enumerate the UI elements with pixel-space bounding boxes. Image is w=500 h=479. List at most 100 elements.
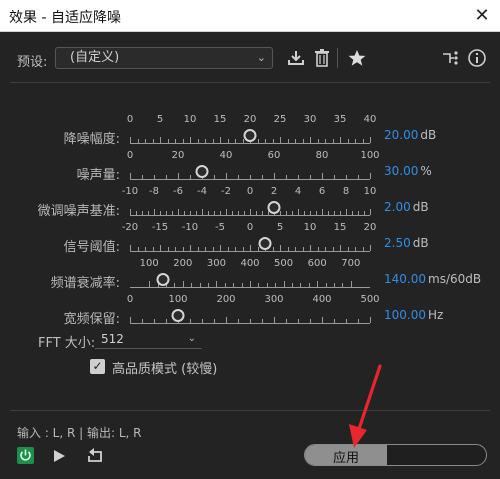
slider-tick-mark [214, 175, 215, 179]
slider-tick-mark [298, 175, 299, 179]
slider-tick-mark [178, 173, 179, 179]
trash-icon[interactable] [312, 48, 332, 68]
slider-tick-mark [355, 139, 356, 143]
slider-knob[interactable] [156, 273, 170, 286]
slider-value[interactable]: 2.50 dB [384, 236, 429, 250]
slider-tick-mark [358, 211, 359, 215]
slider-tick-label: 40 [363, 114, 377, 125]
signal-routing-icon[interactable] [441, 48, 461, 68]
checkbox-check-icon[interactable]: ✓ [90, 359, 105, 374]
slider-tick-mark [262, 175, 263, 179]
slider-knob[interactable] [195, 165, 209, 178]
slider-tick-mark [325, 247, 326, 251]
slider-tick-mark [154, 175, 155, 179]
chevron-down-icon: ⌄ [256, 51, 266, 64]
slider-tick-mark [142, 175, 143, 179]
slider-tick-mark [322, 173, 323, 179]
preset-dropdown[interactable]: (自定义) ⌄ [55, 47, 273, 69]
slider-value[interactable]: 20.00 dB [384, 128, 436, 142]
slider-track[interactable] [130, 243, 371, 252]
apply-button[interactable]: 应用 [304, 444, 487, 466]
info-icon[interactable] [467, 48, 487, 68]
slider-tick-mark [137, 139, 139, 143]
slider-tick-mark [166, 175, 167, 179]
high-quality-label: 高品质模式 (较慢) [112, 362, 218, 377]
slider-tick-mark [346, 319, 347, 323]
loop-playback-icon[interactable] [86, 447, 104, 464]
slider-tick-mark [175, 139, 176, 143]
slider-tick-mark [227, 247, 229, 251]
preset-value: (自定义) [70, 50, 120, 65]
slider-tick-mark [310, 245, 311, 251]
slider-tick-label: 0 [246, 186, 254, 197]
slider-tick-mark [152, 247, 154, 251]
slider-value-unit: ms/60dB [428, 272, 482, 286]
slider-tick-mark [182, 247, 184, 251]
slider-tick-mark [295, 139, 296, 143]
slider-tick-label: 500 [360, 294, 380, 305]
slider-track[interactable] [130, 171, 371, 180]
slider-value[interactable]: 100.00 Hz [384, 308, 443, 322]
slider-value[interactable]: 30.00% [384, 164, 432, 178]
slider-tick-mark [362, 139, 364, 143]
slider-tick-mark [286, 175, 287, 179]
play-icon[interactable] [52, 449, 66, 463]
toolbar-divider [337, 48, 338, 68]
slider-tick-mark [334, 175, 335, 179]
slider-tick-label: 600 [307, 258, 327, 269]
slider-tick-mark [347, 247, 349, 251]
slider-value[interactable]: 140.00 ms/60dB [384, 272, 481, 286]
slider-tick-mark [272, 139, 274, 143]
slider-tick-mark [233, 283, 235, 287]
slider-value-unit: dB [412, 200, 429, 214]
slider-value[interactable]: 2.00 dB [384, 200, 429, 214]
slider-tick-mark [220, 137, 221, 143]
slider-label: 频谱衰减率: [50, 276, 120, 291]
download-preset-icon[interactable] [286, 48, 306, 68]
slider-tick-mark [370, 137, 371, 143]
slider-tick-label: 500 [274, 258, 294, 269]
slider-tick-mark [352, 211, 353, 215]
slider-track[interactable] [130, 315, 371, 324]
slider-tick-mark [334, 319, 335, 323]
slider-row: 宽频保留: 0 100 200 300 400 500 100.00 Hz [0, 292, 500, 327]
slider-tick-mark [370, 209, 371, 215]
fft-size-dropdown[interactable]: 512 ⌄ [95, 329, 202, 349]
slider-tick-label: 200 [216, 294, 236, 305]
slider-tick-mark [197, 247, 199, 251]
slider-tick-mark [283, 281, 285, 287]
slider-knob[interactable] [171, 309, 185, 322]
fft-size-label: FFT 大小: [38, 336, 96, 351]
close-icon[interactable]: ✕ [471, 5, 493, 27]
slider-tick-mark [355, 247, 356, 251]
slider-knob[interactable] [243, 129, 257, 142]
toolbar-divider-line [10, 82, 490, 83]
fft-size-value: 512 [101, 332, 124, 346]
preset-label: 预设: [17, 55, 48, 70]
slider-tick-label: 100 [360, 150, 380, 161]
slider-knob[interactable] [267, 201, 281, 214]
slider-tick-label: -10 [181, 222, 199, 233]
slider-label: 微调噪声基准: [37, 204, 120, 219]
slider-tick-mark [149, 281, 151, 287]
slider-row: 微调噪声基准: -10 -8 -6 -4 -2 0 2 4 6 8 10 2.00 dB [0, 184, 500, 219]
power-icon[interactable] [17, 447, 34, 464]
slider-tick-mark [166, 319, 167, 323]
slider-track[interactable] [130, 207, 371, 216]
slider-tick-mark [208, 211, 209, 215]
slider-tick-mark [224, 283, 226, 287]
slider-tick-mark [257, 139, 259, 143]
slider-tick-mark [130, 245, 131, 251]
slider-tick-labels: 0 5 10 15 20 25 30 35 40 [127, 114, 377, 126]
slider-tick-mark [244, 211, 245, 215]
slider-knob[interactable] [258, 237, 272, 250]
slider-tick-mark [220, 245, 221, 251]
slider-tick-mark [317, 247, 319, 251]
slider-tick-mark [266, 283, 268, 287]
slider-tick-mark [287, 139, 289, 143]
slider-tick-label: 200 [173, 258, 193, 269]
slider-tick-label: -5 [215, 222, 225, 233]
slider-tick-mark [226, 209, 227, 215]
star-icon[interactable] [347, 48, 367, 68]
slider-tick-mark [262, 319, 263, 323]
